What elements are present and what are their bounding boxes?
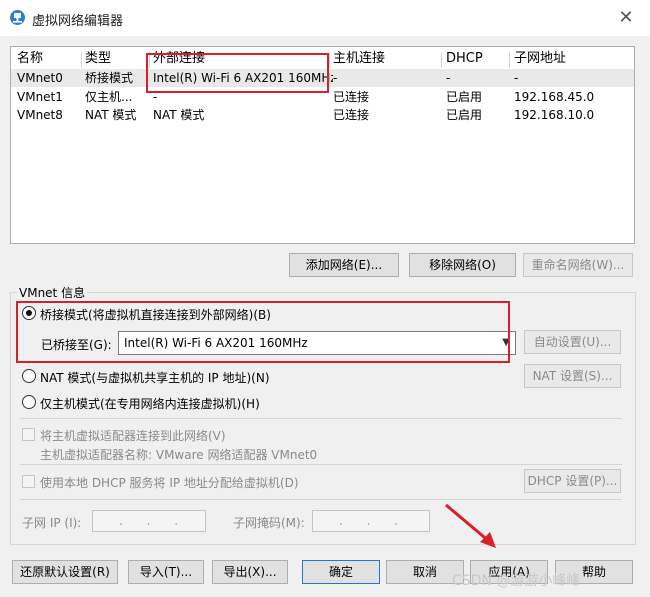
annotation-arrow-icon <box>445 503 496 548</box>
column-header-type[interactable]: 类型 <box>85 50 149 68</box>
subnet-ip-input[interactable]: . . . <box>92 510 206 532</box>
highlight-box-external <box>146 53 329 93</box>
divider <box>20 464 622 465</box>
auto-settings-button[interactable]: 自动设置(U)... <box>524 330 621 354</box>
subnet-ip-label: 子网 IP (I): <box>22 516 82 530</box>
divider <box>20 418 622 419</box>
nat-settings-button[interactable]: NAT 设置(S)... <box>524 364 621 388</box>
column-divider[interactable] <box>329 52 330 68</box>
rename-network-button[interactable]: 重命名网络(W)... <box>523 253 633 277</box>
column-divider[interactable] <box>81 52 82 68</box>
nat-radio[interactable] <box>22 369 36 383</box>
column-divider[interactable] <box>509 52 510 68</box>
subnet-mask-label: 子网掩码(M): <box>233 516 305 530</box>
hostonly-label[interactable]: 仅主机模式(在专用网络内连接虚拟机)(H) <box>40 395 260 412</box>
column-header-host[interactable]: 主机连接 <box>333 50 441 68</box>
export-button[interactable]: 导出(X)... <box>212 560 288 584</box>
column-header-dhcp[interactable]: DHCP <box>446 50 508 68</box>
dhcp-settings-button[interactable]: DHCP 设置(P)... <box>524 469 621 493</box>
cell-subnet: - <box>514 71 519 85</box>
cell-type: 仅主机... <box>85 90 133 104</box>
cell-dhcp: - <box>446 71 451 85</box>
connect-adapter-label[interactable]: 将主机虚拟适配器连接到此网络(V) <box>40 427 226 444</box>
use-dhcp-label[interactable]: 使用本地 DHCP 服务将 IP 地址分配给虚拟机(D) <box>40 474 299 491</box>
cell-type: 桥接模式 <box>85 71 134 85</box>
watermark: CSDN @游游小峰峰 <box>452 573 581 589</box>
add-network-button[interactable]: 添加网络(E)... <box>289 253 399 277</box>
cell-subnet: 192.168.10.0 <box>514 108 595 122</box>
cell-host: 已连接 <box>333 108 370 122</box>
title-bar: 虚拟网络编辑器 ✕ <box>0 0 650 36</box>
use-dhcp-checkbox[interactable] <box>22 475 35 488</box>
window-title: 虚拟网络编辑器 <box>32 14 124 29</box>
cell-name: VMnet8 <box>17 108 63 122</box>
close-icon[interactable]: ✕ <box>616 8 636 28</box>
cell-host: 已连接 <box>333 90 370 104</box>
cell-external: NAT 模式 <box>153 108 205 122</box>
network-icon <box>10 10 25 25</box>
connect-adapter-checkbox[interactable] <box>22 428 35 441</box>
adapter-name-label: 主机虚拟适配器名称: VMware 网络适配器 VMnet0 <box>40 448 318 462</box>
cell-name: VMnet1 <box>17 90 63 104</box>
cell-host: - <box>333 71 338 85</box>
column-header-subnet[interactable]: 子网地址 <box>514 50 634 68</box>
ok-button[interactable]: 确定 <box>302 560 380 584</box>
nat-label[interactable]: NAT 模式(与虚拟机共享主机的 IP 地址)(N) <box>40 369 270 386</box>
remove-network-button[interactable]: 移除网络(O) <box>409 253 516 277</box>
restore-defaults-button[interactable]: 还原默认设置(R) <box>12 560 118 584</box>
divider <box>20 499 622 500</box>
cell-dhcp: 已启用 <box>446 108 483 122</box>
cell-subnet: 192.168.45.0 <box>514 90 595 104</box>
highlight-box-bridged <box>16 301 510 363</box>
vmnet-info-label: VMnet 信息 <box>17 284 88 301</box>
hostonly-radio[interactable] <box>22 395 36 409</box>
subnet-mask-input[interactable]: . . . <box>312 510 430 532</box>
column-divider[interactable] <box>441 52 442 68</box>
cell-dhcp: 已启用 <box>446 90 483 104</box>
table-row[interactable]: VMnet8 NAT 模式 NAT 模式 已连接 已启用 192.168.10.… <box>11 106 634 124</box>
import-button[interactable]: 导入(T)... <box>128 560 204 584</box>
column-header-name[interactable]: 名称 <box>17 50 81 68</box>
cell-name: VMnet0 <box>17 71 63 85</box>
cell-type: NAT 模式 <box>85 108 137 122</box>
